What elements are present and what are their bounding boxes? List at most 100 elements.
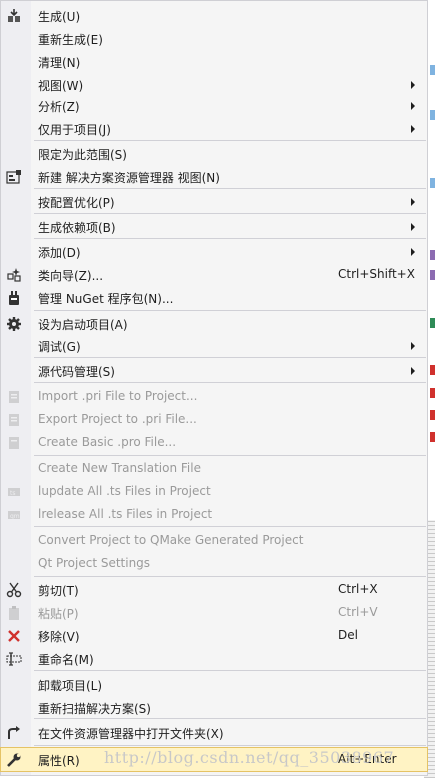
menu-item[interactable]: qm lrelease All .ts Files in Project: [1, 503, 427, 526]
menu-item-label: 分析(Z): [38, 100, 80, 114]
menu-item-label: 仅用于项目(J): [38, 123, 111, 137]
new-view-icon: [5, 168, 23, 186]
rename-icon: [5, 650, 23, 668]
menu-item[interactable]: 粘贴(P) Ctrl+V: [1, 601, 427, 624]
menu-item[interactable]: 属性(R) Alt+Enter: [0, 747, 428, 772]
remove-icon: [5, 627, 23, 645]
menu-item-label: Export Project to .pri File...: [38, 412, 197, 426]
menu-item[interactable]: 重新生成(E): [1, 27, 427, 50]
editor-mark: [430, 432, 435, 442]
menu-separator: [34, 382, 426, 383]
menu-item-label: 重新生成(E): [38, 33, 103, 47]
menu-item[interactable]: 限定为此范围(S): [1, 142, 427, 165]
menu-item[interactable]: 类向导(Z)... Ctrl+Shift+X: [1, 263, 427, 286]
menu-item-label: 设为启动项目(A): [38, 318, 128, 332]
paste-icon: [5, 604, 23, 622]
menu-item[interactable]: 剪切(T) Ctrl+X: [1, 578, 427, 601]
menu-item[interactable]: 分析(Z): [1, 94, 427, 117]
editor-mark: [430, 110, 435, 120]
menu-item-label: 添加(D): [38, 246, 81, 260]
export-icon: [5, 411, 23, 429]
wrench-icon: [5, 751, 23, 769]
submenu-arrow-icon: [411, 198, 415, 206]
lupdate-icon: ts: [5, 483, 23, 501]
menu-item[interactable]: 调试(G): [1, 334, 427, 357]
menu-separator: [34, 357, 426, 358]
submenu-arrow-icon: [411, 223, 415, 231]
menu-item[interactable]: 按配置优化(P): [1, 190, 427, 213]
menu-item[interactable]: 仅用于项目(J): [1, 117, 427, 140]
menu-item-shortcut: Ctrl+V: [338, 605, 378, 619]
gear-icon: [5, 315, 23, 333]
menu-item-shortcut: Ctrl+Shift+X: [338, 267, 415, 281]
menu-separator: [34, 670, 426, 671]
editor-mark: [430, 410, 435, 420]
menu-item-label: lupdate All .ts Files in Project: [38, 484, 211, 498]
menu-item[interactable]: 管理 NuGet 程序包(N)...: [1, 286, 427, 309]
editor-mark: [430, 65, 435, 75]
menu-item-label: 生成(U): [38, 10, 81, 24]
editor-mark: [430, 270, 435, 280]
menu-item-label: Convert Project to QMake Generated Proje…: [38, 533, 304, 547]
menu-item-label: Create New Translation File: [38, 461, 201, 475]
nuget-icon: [5, 289, 23, 307]
submenu-arrow-icon: [411, 342, 415, 350]
menu-item-label: 清理(N): [38, 56, 81, 70]
menu-item-label: 重命名(M): [38, 653, 94, 667]
menu-item[interactable]: 清理(N): [1, 50, 427, 73]
menu-item-label: 属性(R): [38, 754, 80, 768]
menu-item[interactable]: Qt Project Settings: [1, 552, 427, 575]
menu-item-label: 视图(W): [38, 79, 84, 93]
menu-item[interactable]: 在文件资源管理器中打开文件夹(X): [1, 721, 427, 744]
menu-item-label: 管理 NuGet 程序包(N)...: [38, 292, 174, 306]
submenu-arrow-icon: [411, 367, 415, 375]
menu-item[interactable]: 源代码管理(S): [1, 359, 427, 382]
menu-item[interactable]: 设为启动项目(A): [1, 312, 427, 335]
menu-item[interactable]: 卸载项目(L): [1, 673, 427, 696]
open-folder-icon: [5, 724, 23, 742]
menu-separator: [34, 745, 426, 746]
menu-separator: [34, 576, 426, 577]
menu-item-label: 新建 解决方案资源管理器 视图(N): [38, 171, 220, 185]
menu-item[interactable]: 重新扫描解决方案(S): [1, 696, 427, 719]
submenu-arrow-icon: [411, 102, 415, 110]
menu-item-shortcut: Ctrl+X: [338, 582, 378, 596]
editor-mark: [430, 318, 435, 328]
svg-text:ts: ts: [10, 490, 15, 497]
menu-item-label: Create Basic .pro File...: [38, 435, 177, 449]
menu-item[interactable]: 新建 解决方案资源管理器 视图(N): [1, 165, 427, 188]
menu-item-label: 按配置优化(P): [38, 196, 115, 210]
menu-item-label: Import .pri File to Project...: [38, 389, 198, 403]
editor-mark: [430, 388, 435, 398]
pro-file-icon: [5, 434, 23, 452]
menu-item[interactable]: Create New Translation File: [1, 457, 427, 480]
menu-item-label: lrelease All .ts Files in Project: [38, 507, 213, 521]
menu-item[interactable]: Import .pri File to Project...: [1, 385, 427, 408]
menu-item[interactable]: 视图(W): [1, 73, 427, 96]
menu-item-shortcut: Alt+Enter: [338, 752, 397, 766]
menu-item[interactable]: Export Project to .pri File...: [1, 408, 427, 431]
scissors-icon: [5, 581, 23, 599]
menu-item[interactable]: 生成(U): [1, 4, 427, 27]
menu-item-shortcut: Del: [338, 628, 358, 642]
menu-item-label: Qt Project Settings: [38, 556, 151, 570]
menu-item[interactable]: 重命名(M): [1, 647, 427, 670]
menu-item[interactable]: 添加(D): [1, 240, 427, 263]
submenu-arrow-icon: [411, 125, 415, 133]
menu-item[interactable]: ts lupdate All .ts Files in Project: [1, 480, 427, 503]
menu-item-label: 粘贴(P): [38, 607, 79, 621]
build-icon: [5, 7, 23, 25]
menu-item[interactable]: 生成依赖项(B): [1, 215, 427, 238]
menu-separator: [34, 213, 426, 214]
menu-item-label: 类向导(Z)...: [38, 269, 104, 283]
menu-item[interactable]: Convert Project to QMake Generated Proje…: [1, 529, 427, 552]
menu-item-label: 移除(V): [38, 630, 80, 644]
lrelease-icon: qm: [5, 506, 23, 524]
import-icon: [5, 388, 23, 406]
menu-separator: [34, 238, 426, 239]
menu-separator: [34, 310, 426, 311]
menu-item[interactable]: 移除(V) Del: [1, 624, 427, 647]
submenu-arrow-icon: [411, 248, 415, 256]
editor-mark: [430, 365, 435, 375]
menu-item[interactable]: Create Basic .pro File...: [1, 431, 427, 454]
